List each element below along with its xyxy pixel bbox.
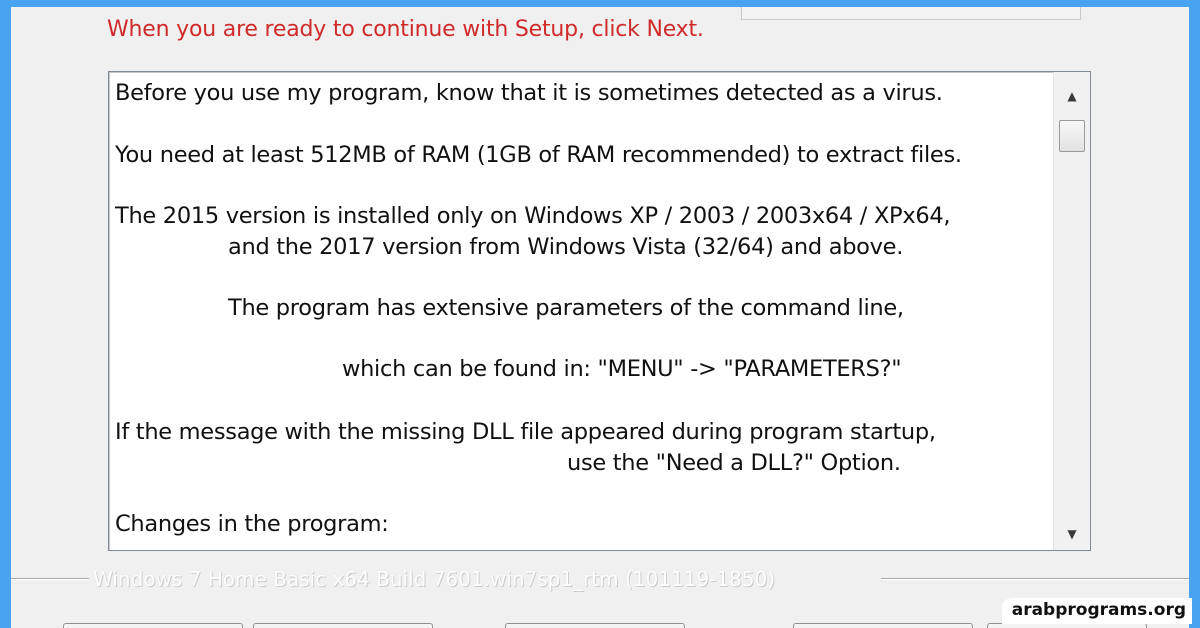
memo-line: You need at least 512MB of RAM (1GB of R… [115, 142, 962, 168]
partial-button[interactable] [505, 623, 685, 628]
memo-line: The 2015 version is installed only on Wi… [115, 203, 951, 229]
top-button-edge[interactable] [741, 7, 1081, 20]
separator-line [881, 578, 1189, 580]
memo-line: Changes in the program: [115, 511, 389, 537]
vertical-scrollbar[interactable]: ▲ ▼ [1053, 72, 1090, 550]
memo-line: and the 2017 version from Windows Vista … [228, 234, 904, 260]
scroll-thumb[interactable] [1059, 120, 1085, 152]
separator-line [11, 578, 89, 580]
scroll-down-arrow-icon[interactable]: ▼ [1054, 516, 1090, 550]
watermark-text: arabprograms.org [1001, 598, 1192, 624]
partial-button[interactable] [63, 623, 243, 628]
memo-line: Before you use my program, know that it … [115, 80, 943, 106]
memo-line: If the message with the missing DLL file… [115, 419, 936, 445]
memo-line: The program has extensive parameters of … [228, 295, 904, 321]
memo-line: which can be found in: "MENU" -> "PARAME… [342, 356, 902, 382]
partial-button[interactable] [253, 623, 433, 628]
info-memo[interactable]: Before you use my program, know that it … [108, 71, 1091, 551]
memo-line: use the "Need a DLL?" Option. [567, 450, 901, 476]
partial-button[interactable] [793, 623, 973, 628]
branding-text: Windows 7 Home Basic x64 Build 7601.win7… [93, 567, 776, 591]
scroll-up-arrow-icon[interactable]: ▲ [1054, 78, 1090, 114]
memo-content: Before you use my program, know that it … [109, 72, 1050, 550]
instruction-text: When you are ready to continue with Setu… [107, 17, 704, 42]
setup-dialog: When you are ready to continue with Setu… [0, 0, 1200, 628]
